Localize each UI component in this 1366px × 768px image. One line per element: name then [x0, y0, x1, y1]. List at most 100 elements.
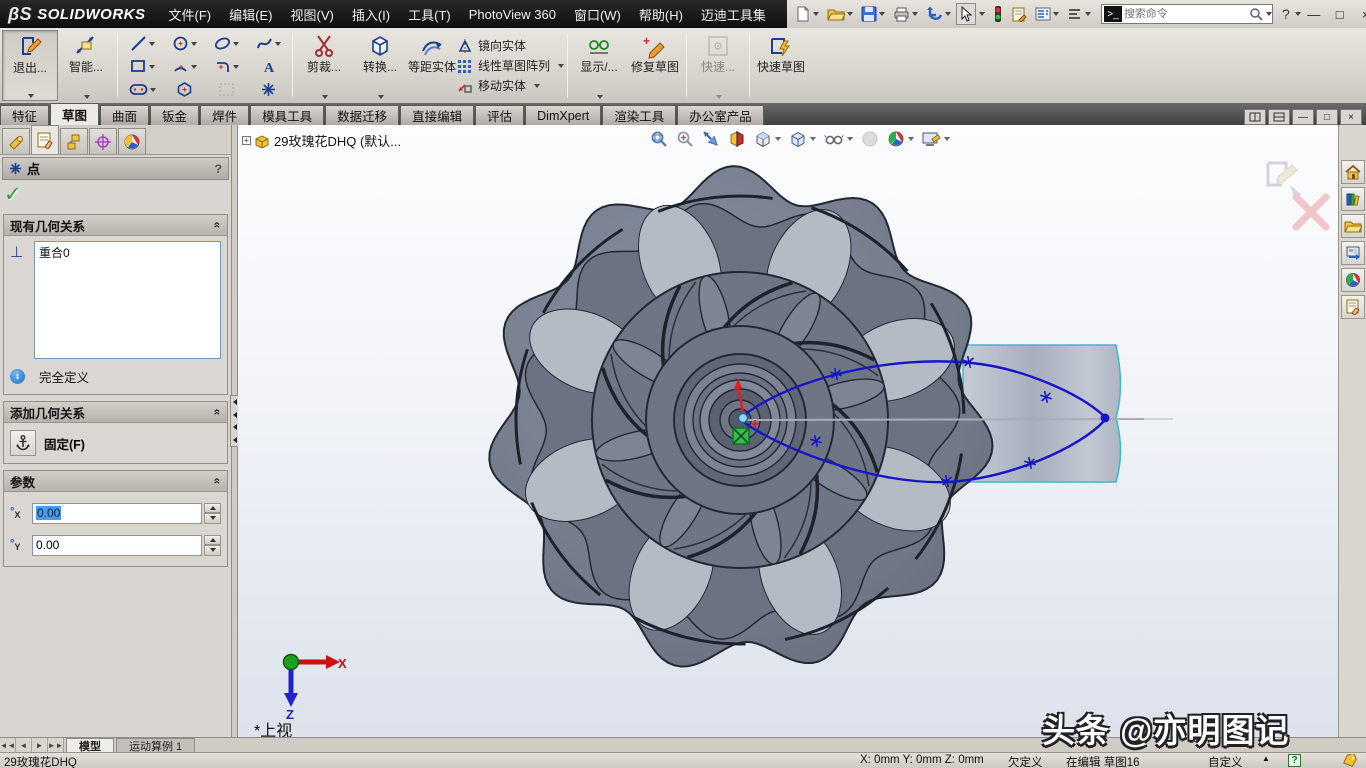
- line-tool[interactable]: [121, 35, 163, 52]
- tab-scroll-first[interactable]: ◄◄: [0, 738, 16, 752]
- search-icon[interactable]: [1249, 7, 1264, 22]
- arc-tool[interactable]: [163, 58, 205, 75]
- motion-study-tab[interactable]: 运动算例 1: [116, 738, 195, 752]
- shadows-button[interactable]: [859, 129, 881, 149]
- convert-entities-button[interactable]: 转换...: [352, 30, 408, 101]
- edit-document-icon[interactable]: [1008, 3, 1030, 25]
- exit-sketch-button[interactable]: 退出...: [2, 30, 58, 101]
- traffic-light-icon[interactable]: [990, 3, 1006, 25]
- y-coordinate-field[interactable]: 0.00: [32, 535, 202, 556]
- dropdown-arrow[interactable]: [847, 12, 853, 16]
- relation-item[interactable]: 重合0: [39, 244, 216, 261]
- dropdown-arrow[interactable]: [534, 84, 540, 88]
- display-delete-relations-button[interactable]: 显示/...: [571, 30, 627, 101]
- menu-insert[interactable]: 插入(I): [343, 1, 399, 28]
- collapse-chevron-icon[interactable]: «: [211, 409, 225, 416]
- property-manager-tab[interactable]: [31, 125, 59, 154]
- dropdown-arrow[interactable]: [275, 42, 281, 46]
- tab-scroll-last[interactable]: ►►: [48, 738, 64, 752]
- search-input[interactable]: [1124, 8, 1249, 20]
- x-coordinate-field[interactable]: 0.00: [32, 503, 202, 524]
- fillet-tool[interactable]: [205, 58, 247, 75]
- sketch-flyout-icon[interactable]: [1064, 3, 1094, 25]
- dropdown-arrow[interactable]: [810, 137, 816, 141]
- configuration-manager-tab[interactable]: [60, 128, 88, 154]
- status-custom-arrow[interactable]: ▲: [1262, 754, 1270, 763]
- tab-dimxpert[interactable]: DimXpert: [525, 105, 601, 125]
- tab-direct-editing[interactable]: 直接编辑: [400, 105, 474, 125]
- display-style-button[interactable]: [787, 129, 818, 149]
- tag-icon[interactable]: [1342, 754, 1357, 768]
- doc-restore-button[interactable]: □: [1316, 109, 1338, 125]
- status-custom-label[interactable]: 自定义: [1208, 754, 1243, 768]
- spline-endpoint[interactable]: [1101, 414, 1110, 423]
- add-relations-header[interactable]: 添加几何关系 «: [4, 402, 227, 423]
- open-file-button[interactable]: [824, 3, 856, 25]
- dropdown-arrow[interactable]: [378, 95, 384, 99]
- doc-close-button[interactable]: ×: [1340, 109, 1362, 125]
- document-name[interactable]: 29玫瑰花DHQ (默认...: [274, 131, 401, 150]
- dropdown-arrow[interactable]: [847, 137, 853, 141]
- dropdown-arrow[interactable]: [149, 65, 155, 69]
- tab-mold-tools[interactable]: 模具工具: [250, 105, 324, 125]
- custom-properties-button[interactable]: [1341, 295, 1365, 319]
- polygon-tool[interactable]: [163, 81, 205, 98]
- dropdown-arrow[interactable]: [233, 65, 239, 69]
- apply-scene-button[interactable]: [920, 130, 952, 148]
- text-tool[interactable]: A: [247, 58, 289, 75]
- display-manager-tab[interactable]: [118, 128, 146, 154]
- dropdown-arrow[interactable]: [979, 12, 985, 16]
- dropdown-arrow[interactable]: [150, 88, 156, 92]
- dropdown-arrow[interactable]: [879, 12, 885, 16]
- cancel-sketch-icon[interactable]: [1296, 197, 1326, 227]
- circle-tool[interactable]: [163, 35, 205, 52]
- menu-photoview[interactable]: PhotoView 360: [460, 3, 565, 26]
- resources-home-button[interactable]: [1341, 160, 1365, 184]
- doc-pane-icon[interactable]: [1244, 109, 1266, 125]
- collapse-chevron-icon[interactable]: «: [211, 222, 225, 229]
- point-tool[interactable]: [247, 82, 289, 97]
- ellipse-tool[interactable]: [205, 35, 247, 52]
- rapid-sketch-button[interactable]: 快速草图: [753, 30, 809, 101]
- parameters-header[interactable]: 参数 «: [4, 471, 227, 492]
- doc-minimize-button[interactable]: —: [1292, 109, 1314, 125]
- restore-button[interactable]: □: [1327, 3, 1353, 25]
- spin-up-button[interactable]: [204, 503, 221, 514]
- dropdown-arrow[interactable]: [322, 95, 328, 99]
- rose-model-canvas[interactable]: X Z: [238, 125, 1338, 737]
- dropdown-arrow[interactable]: [84, 95, 90, 99]
- graphics-viewport[interactable]: X Z + 29玫瑰花DHQ (默认... *上视: [238, 125, 1338, 737]
- dropdown-arrow[interactable]: [191, 42, 197, 46]
- dropdown-arrow[interactable]: [908, 137, 914, 141]
- dropdown-arrow[interactable]: [1053, 12, 1059, 16]
- slot-tool[interactable]: [121, 83, 163, 96]
- dropdown-arrow[interactable]: [1266, 12, 1272, 16]
- dropdown-arrow[interactable]: [716, 95, 722, 99]
- dropdown-arrow[interactable]: [191, 65, 197, 69]
- tab-office-products[interactable]: 办公室产品: [677, 105, 764, 125]
- zoom-fit-button[interactable]: [648, 129, 670, 149]
- selected-sketch-point[interactable]: [739, 414, 748, 423]
- menu-file[interactable]: 文件(F): [160, 1, 221, 28]
- menu-maidi-tools[interactable]: 迈迪工具集: [692, 1, 775, 28]
- doc-pane2-icon[interactable]: [1268, 109, 1290, 125]
- spin-up-button[interactable]: [204, 535, 221, 546]
- spin-down-button[interactable]: [204, 513, 221, 524]
- move-entities-button[interactable]: 移动实体: [456, 76, 564, 96]
- feature-manager-tab[interactable]: [2, 128, 30, 154]
- tab-surfaces[interactable]: 曲面: [100, 105, 149, 125]
- rectangle-tool[interactable]: [121, 58, 163, 75]
- dropdown-arrow[interactable]: [149, 42, 155, 46]
- menu-edit[interactable]: 编辑(E): [220, 1, 281, 28]
- tab-sketch[interactable]: 草图: [50, 103, 99, 125]
- status-help-icon[interactable]: ?: [1288, 754, 1301, 767]
- dropdown-arrow[interactable]: [28, 94, 34, 98]
- tab-evaluate[interactable]: 评估: [475, 105, 524, 125]
- new-file-button[interactable]: [792, 3, 822, 25]
- linear-sketch-pattern-button[interactable]: 线性草图阵列: [456, 56, 564, 76]
- confirmation-corner[interactable]: [1268, 163, 1326, 227]
- spline-tool[interactable]: [247, 35, 289, 52]
- tab-weldments[interactable]: 焊件: [200, 105, 249, 125]
- collapse-chevron-icon[interactable]: «: [211, 478, 225, 485]
- menu-view[interactable]: 视图(V): [281, 1, 342, 28]
